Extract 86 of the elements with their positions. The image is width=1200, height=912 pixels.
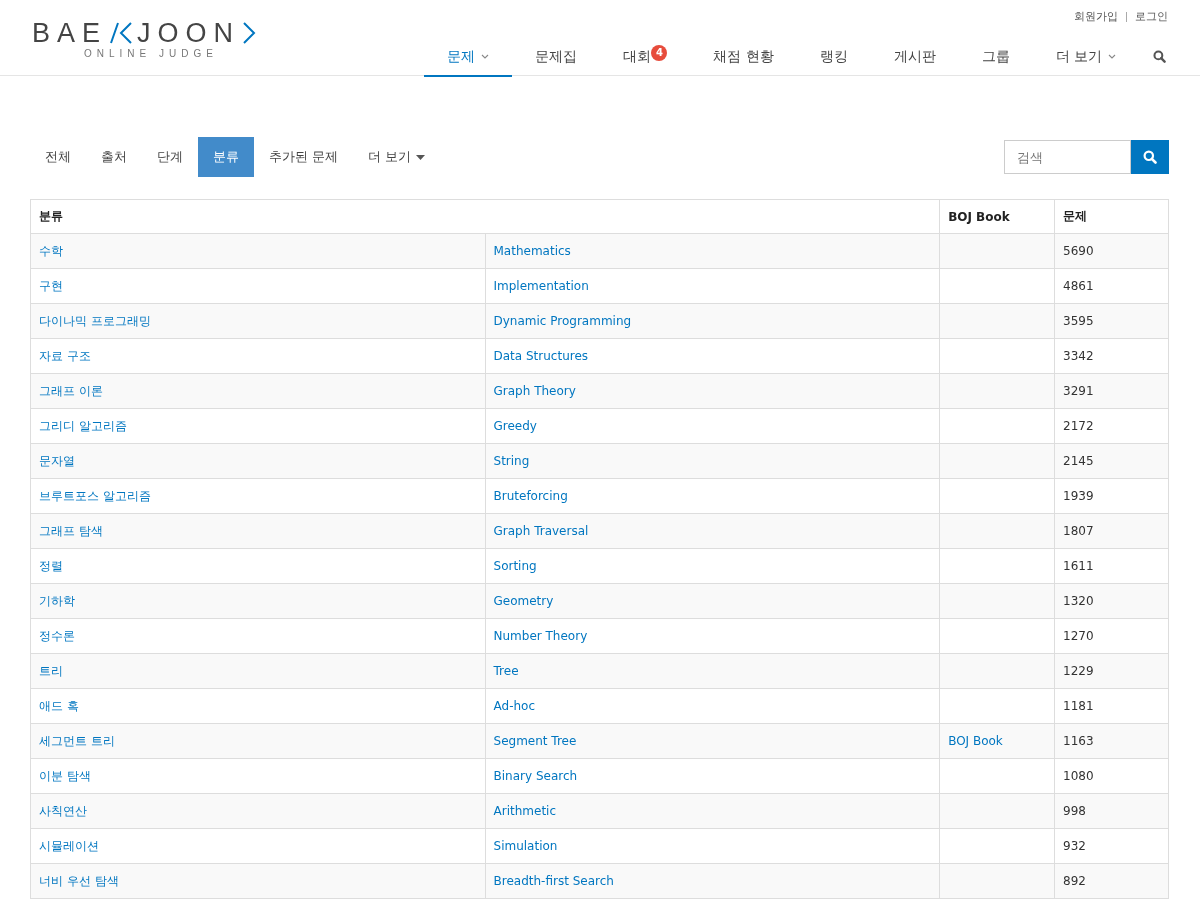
table-cell: 998 xyxy=(1054,793,1169,829)
category-link[interactable]: Geometry xyxy=(493,594,554,608)
filter-tab[interactable]: 단계 xyxy=(142,137,198,177)
category-link[interactable]: Data Structures xyxy=(493,349,589,363)
table-cell: 1320 xyxy=(1054,583,1169,619)
table-cell: 2145 xyxy=(1054,443,1169,479)
table-cell: 4861 xyxy=(1054,268,1169,304)
category-link[interactable]: 그래프 탐색 xyxy=(39,523,103,538)
category-link[interactable]: Sorting xyxy=(493,559,537,573)
filter-tab[interactable]: 분류 xyxy=(198,137,254,177)
search-field[interactable]: 검색 xyxy=(1004,140,1131,174)
category-link[interactable]: Breadth-first Search xyxy=(493,874,614,888)
table-cell: 1807 xyxy=(1054,513,1169,549)
category-link[interactable]: 브루트포스 알고리즘 xyxy=(39,488,151,503)
table-cell: 1939 xyxy=(1054,478,1169,514)
column-header: BOJ Book xyxy=(939,199,1055,234)
category-link[interactable]: Simulation xyxy=(493,839,558,853)
search-icon xyxy=(1153,50,1166,63)
category-link[interactable]: 그리디 알고리즘 xyxy=(39,418,127,433)
table-cell: 1270 xyxy=(1054,618,1169,654)
category-link[interactable]: 시뮬레이션 xyxy=(39,838,99,853)
category-link[interactable]: 세그먼트 트리 xyxy=(39,733,115,748)
table-cell: 1181 xyxy=(1054,688,1169,724)
chevron-right-icon xyxy=(242,21,257,45)
category-link[interactable]: Segment Tree xyxy=(493,734,577,748)
table-cell: 3342 xyxy=(1054,338,1169,374)
column-header: 분류 xyxy=(30,199,940,234)
category-link[interactable]: 너비 우선 탐색 xyxy=(39,873,119,888)
category-link[interactable]: 그래프 이론 xyxy=(39,383,103,398)
nav-tab[interactable]: 게시판 xyxy=(870,38,959,77)
category-link[interactable]: 수학 xyxy=(39,243,63,258)
table-cell: 1163 xyxy=(1054,723,1169,759)
logo-text: JOON xyxy=(137,20,241,46)
header-link[interactable]: 로그인 xyxy=(1135,9,1168,24)
filter-tab[interactable]: 더 보기 xyxy=(353,137,441,177)
nav-tab[interactable]: 대회 4 xyxy=(600,38,691,77)
category-link[interactable]: Graph Theory xyxy=(493,384,576,398)
table-cell: 1611 xyxy=(1054,548,1169,584)
filter-tab[interactable]: 추가된 문제 xyxy=(254,137,354,177)
filter-tab[interactable]: 출처 xyxy=(86,137,142,177)
category-link[interactable]: Graph Traversal xyxy=(493,524,589,538)
category-link[interactable]: Arithmetic xyxy=(493,804,556,818)
table-cell: 3595 xyxy=(1054,303,1169,339)
category-link[interactable]: 정렬 xyxy=(39,558,63,573)
logo-subtitle: ONLINE JUDGE xyxy=(84,48,219,59)
nav-tab[interactable]: 랭킹 xyxy=(796,38,871,77)
category-link[interactable]: 자료 구조 xyxy=(39,348,91,363)
category-link[interactable]: Implementation xyxy=(493,279,589,293)
category-link[interactable]: String xyxy=(493,454,530,468)
category-link[interactable]: 구현 xyxy=(39,278,63,293)
category-link[interactable]: 사칙연산 xyxy=(39,803,87,818)
nav-tab[interactable]: 문제 xyxy=(424,38,513,77)
category-link[interactable]: Dynamic Programming xyxy=(493,314,632,328)
category-link[interactable]: 다이나믹 프로그래밍 xyxy=(39,313,151,328)
table-cell: 1080 xyxy=(1054,758,1169,794)
table-cell: 932 xyxy=(1054,828,1169,864)
column-header: 문제 xyxy=(1054,199,1169,234)
category-link[interactable]: 기하학 xyxy=(39,593,75,608)
category-link[interactable]: Ad-hoc xyxy=(493,699,535,713)
nav-tab[interactable]: 채점 현황 xyxy=(690,38,797,77)
nav-tab[interactable]: 더 보기 xyxy=(1032,38,1139,77)
category-link[interactable]: 애드 혹 xyxy=(39,698,79,713)
category-link[interactable]: Greedy xyxy=(493,419,537,433)
filter-tab[interactable]: 전체 xyxy=(30,137,86,177)
category-link[interactable]: Mathematics xyxy=(493,244,571,258)
category-link[interactable]: 트리 xyxy=(39,663,63,678)
table-cell: 1229 xyxy=(1054,653,1169,689)
category-link[interactable]: Tree xyxy=(493,664,519,678)
nav-tab[interactable]: 문제집 xyxy=(512,38,601,77)
search-button[interactable] xyxy=(1131,140,1169,174)
table-cell: 892 xyxy=(1054,863,1169,899)
table-cell: 5690 xyxy=(1054,233,1169,269)
nav-tab[interactable]: 그룹 xyxy=(958,38,1033,77)
category-link[interactable]: Number Theory xyxy=(493,629,588,643)
header-link[interactable]: 회원가입 xyxy=(1074,9,1118,24)
logo-text: BAE xyxy=(32,20,108,46)
book-link[interactable]: BOJ Book xyxy=(948,734,1003,748)
category-link[interactable]: Bruteforcing xyxy=(493,489,568,503)
category-link[interactable]: 이분 탐색 xyxy=(39,768,91,783)
category-link[interactable]: Binary Search xyxy=(493,769,578,783)
count-badge: 4 xyxy=(651,44,668,61)
table-cell: 3291 xyxy=(1054,373,1169,409)
category-link[interactable]: 문자열 xyxy=(39,453,75,468)
table-cell: 2172 xyxy=(1054,408,1169,444)
search-icon xyxy=(1143,150,1157,164)
category-link[interactable]: 정수론 xyxy=(39,628,75,643)
